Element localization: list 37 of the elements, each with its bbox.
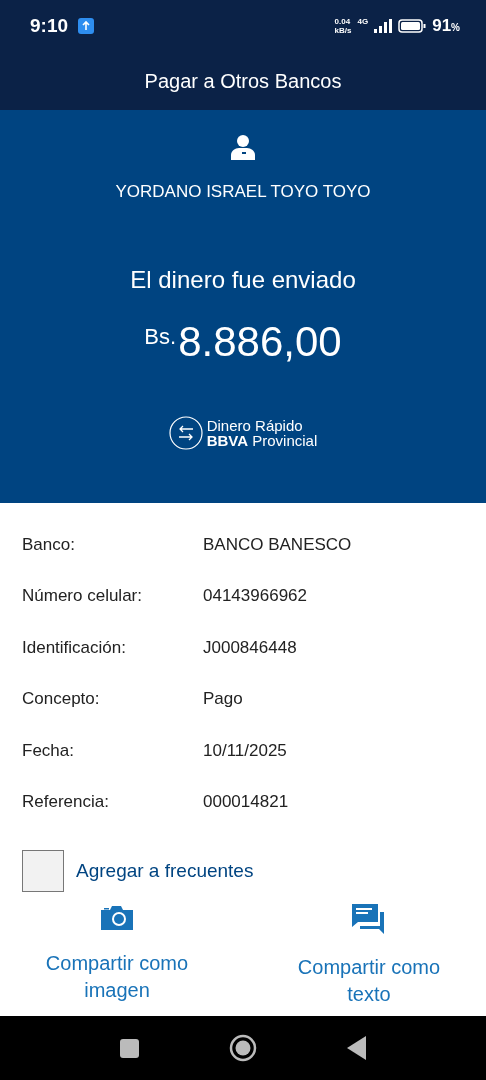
- success-message: El dinero fue enviado: [130, 266, 356, 294]
- share-button[interactable]: Compartir como imagen: [22, 904, 212, 1008]
- camera-icon: [101, 904, 133, 930]
- beneficiary-name: YORDANO ISRAEL TOYO TOYO: [115, 182, 371, 202]
- network-speed-unit: kB/s: [334, 26, 352, 35]
- chat-icon: [352, 904, 386, 934]
- person-icon: [230, 134, 256, 160]
- detail-label: Concepto:: [22, 689, 101, 710]
- checkbox-label[interactable]: Agregar a frecuentes: [76, 860, 254, 882]
- share-button[interactable]: Compartir como texto: [274, 904, 464, 1008]
- detail-label: Identificación:: [22, 637, 127, 658]
- detail-label: Referencia:: [22, 792, 110, 813]
- detail-value: J000846448: [203, 637, 297, 658]
- bank-name: BBVA Provincial: [206, 433, 318, 448]
- favorite-checkbox[interactable]: [22, 850, 64, 892]
- detail-value: 10/11/2025: [203, 740, 287, 761]
- recents-button[interactable]: [119, 1038, 139, 1058]
- detail-label: Banco:: [22, 534, 76, 555]
- network-type: 4G: [357, 17, 369, 26]
- currency-symbol: Bs.: [144, 324, 177, 350]
- home-button[interactable]: [228, 1034, 257, 1062]
- detail-value: 000014821: [203, 792, 289, 813]
- network-speed: 0.04: [334, 17, 352, 26]
- signal-icon: [374, 19, 393, 33]
- screen-title: Pagar a Otros Bancos: [144, 69, 342, 93]
- amount: 8.886,00: [178, 318, 342, 366]
- battery-icon: [398, 19, 427, 33]
- clock-time: 9:10: [30, 15, 69, 37]
- transfer-arrows-icon: [168, 416, 203, 450]
- detail-label: Fecha:: [22, 740, 75, 761]
- detail-label: Número celular:: [22, 586, 143, 607]
- back-button[interactable]: [346, 1036, 367, 1060]
- battery-percent: 91: [432, 16, 452, 35]
- detail-value: 04143966962: [203, 586, 307, 607]
- detail-value: Pago: [203, 689, 243, 710]
- detail-value: BANCO BANESCO: [203, 534, 352, 555]
- percent-sign: %: [451, 22, 460, 33]
